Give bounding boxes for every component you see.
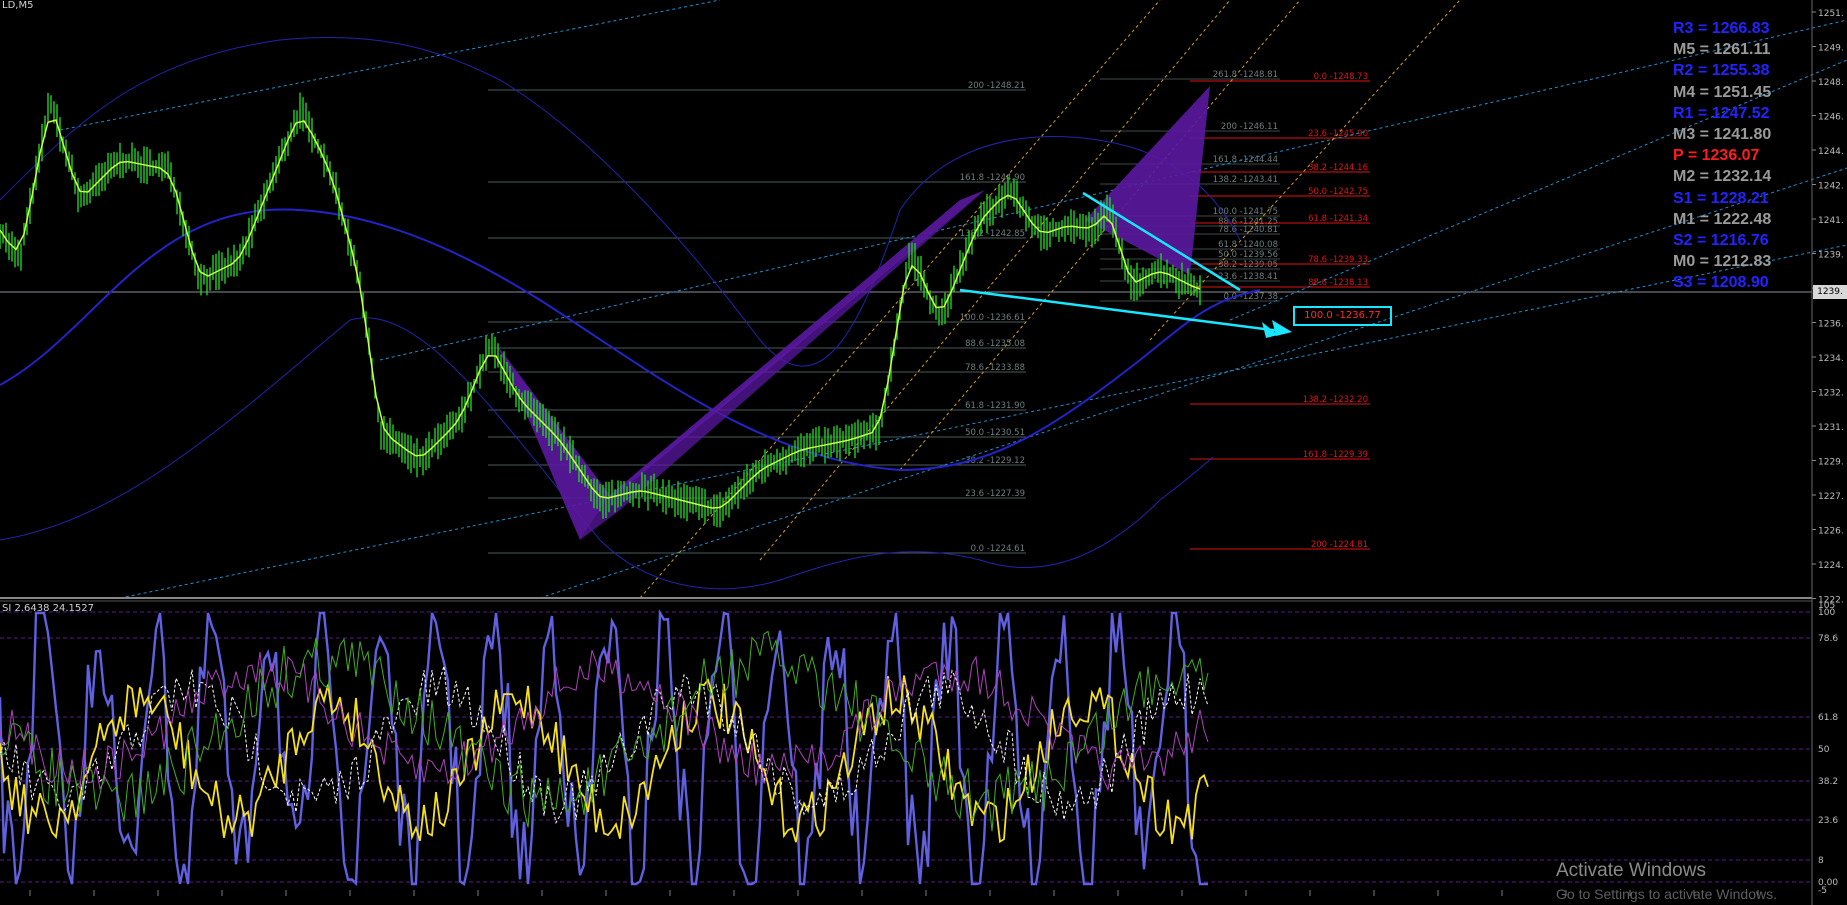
pivot-row: M4 = 1251.45 [1673,83,1772,101]
pivot-row: S3 = 1208.90 [1673,274,1769,292]
chart-canvas[interactable]: 200 -1248.21161.8 -1244.90138.2 -1242.85… [0,0,1847,905]
upper-band [0,36,1241,367]
osc-tick-label: 50 [1818,745,1830,755]
pivot-row: P = 1236.07 [1673,147,1760,165]
pivot-row: M5 = 1261.11 [1673,41,1771,59]
fib-red-label: 38.2 -1244.16 [1308,163,1368,173]
price-tick-label: 1229. [1818,458,1844,468]
fib-red-label: 161.8 -1229.39 [1303,450,1368,460]
fib-level-label-2: 261.8 -1248.81 [1213,70,1278,80]
fib-red-label: 88.6 -1238.13 [1308,278,1368,288]
fib-red-label: 138.2 -1232.20 [1303,395,1368,405]
price-tick-label: 1231. [1818,423,1844,433]
fib-red-label: 61.8 -1241.34 [1308,214,1368,224]
pivot-row: M1 = 1222.48 [1673,210,1772,228]
fib-level-label-2: 23.6 -1238.41 [1218,272,1278,282]
price-tick-label: 1234. [1818,354,1844,364]
fib-level-label-2: 61.8 -1240.08 [1218,240,1278,250]
fib-red-label: 200 -1224.81 [1311,540,1368,550]
fib-level-label: 78.6 -1233.88 [965,363,1025,373]
osc-tick-label: 100 [1818,608,1835,618]
oscillator-label: SI 2.6438 24.1527 [2,603,94,614]
harmonic-leg-1 [497,345,610,540]
channel-line [59,0,721,131]
pivot-row: R1 = 1247.52 [1673,104,1770,122]
pivot-levels-panel: R3 = 1266.83 M5 = 1261.11 R2 = 1255.38 M4 =… [1673,18,1823,294]
price-tick-label: 1227. [1818,492,1844,502]
osc-tick-label: 38.2 [1818,777,1838,787]
activate-windows-title: Activate Windows [1556,860,1706,881]
osc-tick-label: -5 [1818,886,1827,896]
fib-level-label: 88.6 -1235.08 [965,339,1025,349]
fib-level-label: 23.6 -1227.39 [965,489,1025,499]
pivot-row: S2 = 1216.76 [1673,232,1769,250]
fib-level-label-2: 161.8 -1244.44 [1213,155,1278,165]
fib-level-label-2: 138.2 -1243.41 [1213,175,1278,185]
pivot-row: R3 = 1266.83 [1673,20,1770,37]
osc-tick-label: 23.6 [1818,816,1838,826]
osc-tick-label: 78.6 [1818,634,1838,644]
pivot-row: M3 = 1241.80 [1673,126,1772,144]
price-tick-label: 1226. [1818,527,1844,537]
price-tick-label: 1236. [1818,320,1844,330]
fib-level-label-2: 38.2 -1239.05 [1218,260,1278,270]
fib-level-label: 100.0 -1236.61 [960,313,1025,323]
osc-tick-label: 8 [1818,856,1824,866]
fib-level-label: 38.2 -1229.12 [965,456,1025,466]
fib-target-box[interactable]: 100.0 -1236.77 [1293,306,1392,326]
pivot-row: M0 = 1212.83 [1673,253,1772,271]
fib-level-label: 200 -1248.21 [968,81,1025,91]
pivot-row: R2 = 1255.38 [1673,62,1770,80]
price-tick-label: 1232. [1818,389,1844,399]
fib-level-label-2: 78.6 -1240.81 [1218,225,1278,235]
pivot-row: S1 = 1228.21 [1673,189,1769,207]
fib-level-label: 50.0 -1230.51 [965,428,1025,438]
lower-band [0,317,1213,590]
fib-level-label: 161.8 -1244.90 [960,173,1025,183]
fib-red-label: 0.0 -1248.73 [1314,72,1368,82]
activate-windows-subtitle: Go to Settings to activate Windows. [1556,886,1777,902]
symbol-label: LD,M5 [2,0,34,11]
fib-red-label: 78.6 -1239.33 [1308,255,1368,265]
fib-level-label: 61.8 -1231.90 [965,401,1025,411]
osc-tick-label: 61.8 [1818,713,1838,723]
pivot-row: M2 = 1232.14 [1673,168,1772,186]
price-tick-label: 1224. [1818,561,1844,571]
fib-level-label: 0.0 -1224.61 [971,544,1025,554]
fib-level-label-2: 200 -1246.11 [1221,122,1278,132]
current-price-marker: 1239. [1813,285,1847,299]
harmonic-body-2 [1085,86,1210,275]
fib-red-label: 50.0 -1242.75 [1308,187,1368,197]
